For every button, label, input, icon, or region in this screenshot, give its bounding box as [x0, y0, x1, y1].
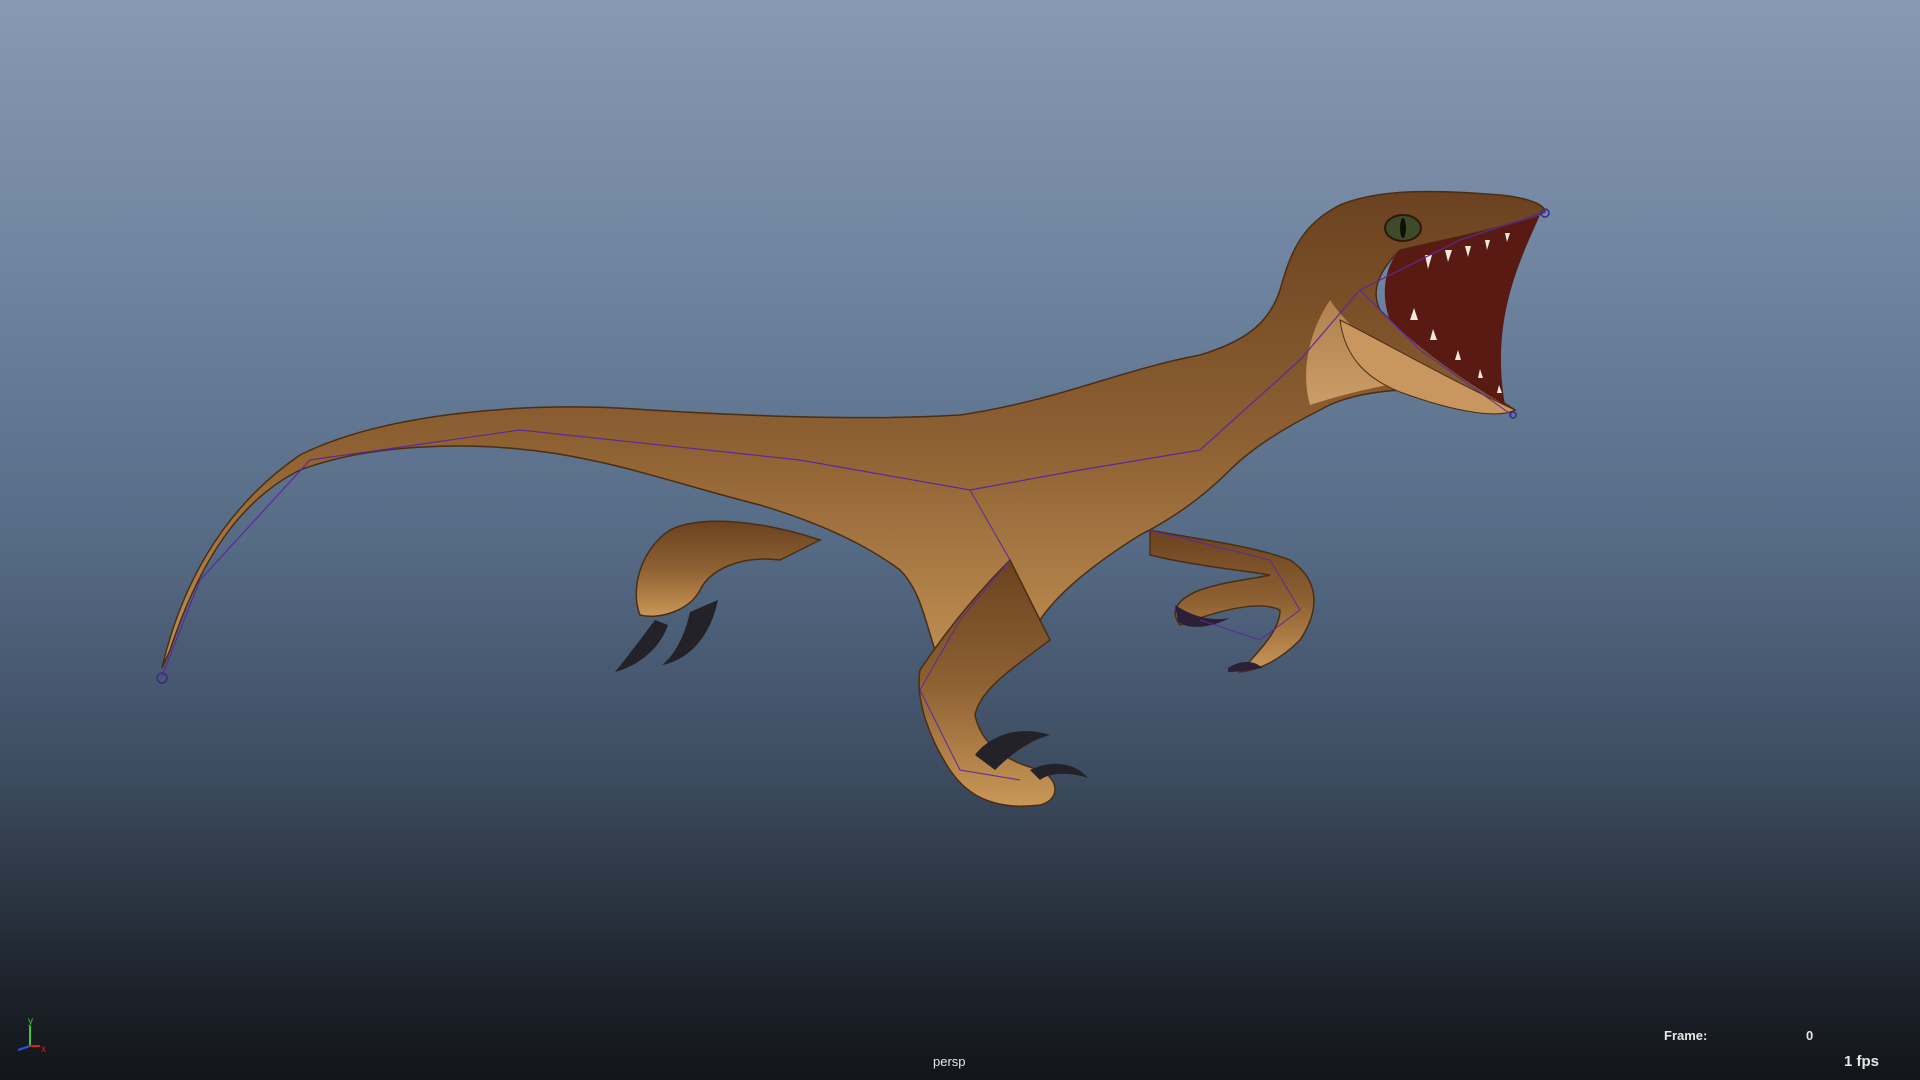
velociraptor-model[interactable]: [0, 0, 1920, 1080]
near-leg-claw-2: [1030, 763, 1088, 780]
raptor-pupil: [1400, 218, 1406, 238]
fps-readout: 1 fps: [1844, 1053, 1880, 1070]
jaw-locator[interactable]: [1509, 411, 1517, 419]
raptor-body[interactable]: [161, 190, 1546, 701]
frame-value: 0: [1806, 1028, 1814, 1043]
y-axis-label: y: [28, 1016, 33, 1027]
raptor-arm[interactable]: [1149, 529, 1315, 673]
x-axis-label: x: [41, 1044, 46, 1054]
z-axis-line: [17, 1045, 31, 1051]
camera-name: persp: [933, 1054, 966, 1069]
3d-viewport[interactable]: y x persp Frame: 0 1 fps: [0, 0, 1920, 1080]
frame-label: Frame:: [1664, 1028, 1708, 1043]
raptor-far-leg[interactable]: [635, 520, 822, 617]
far-leg-claw-1: [615, 620, 668, 672]
axis-gizmo: y x: [17, 1016, 46, 1054]
